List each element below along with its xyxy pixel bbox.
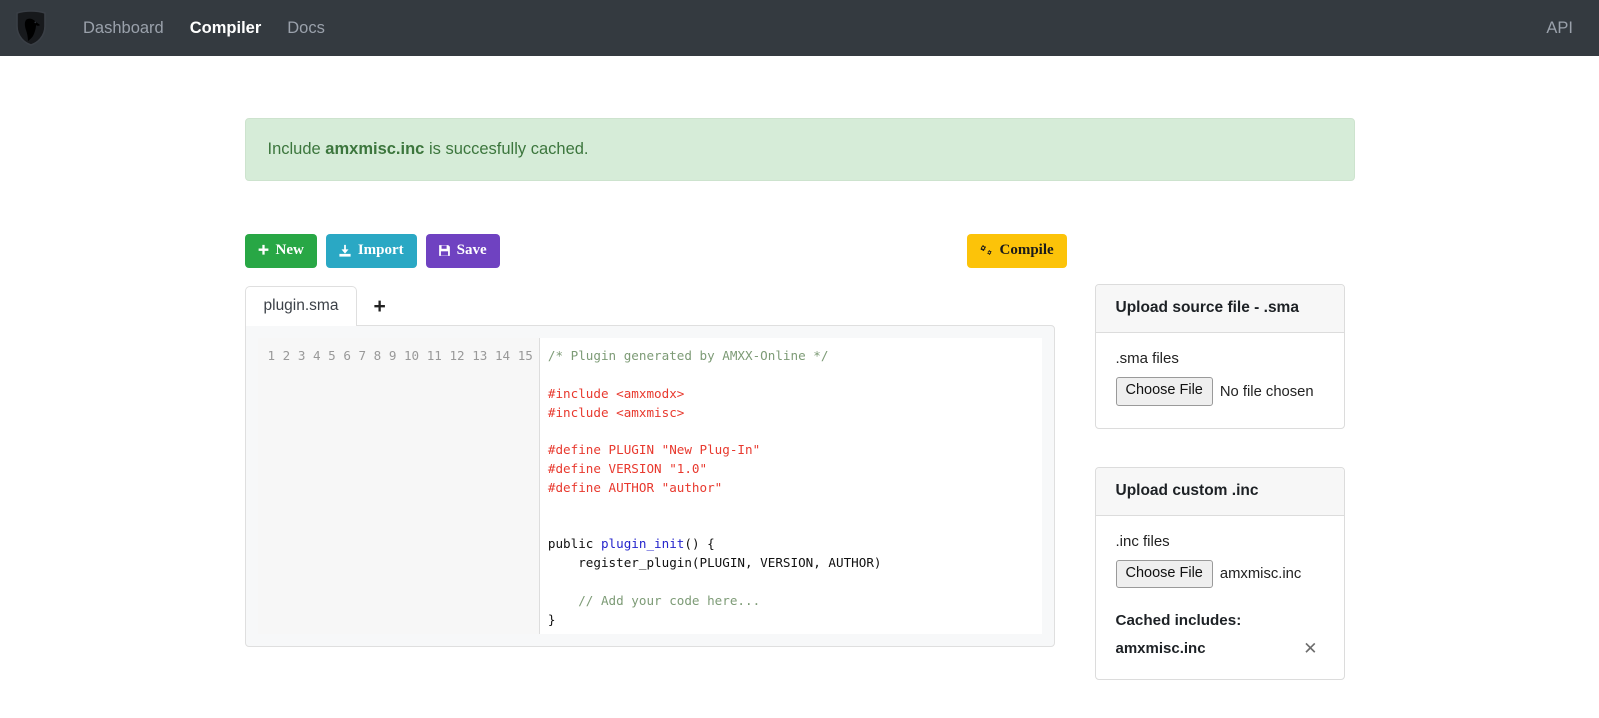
page-body: Include amxmisc.inc is succesfully cache… [0,118,1599,718]
upload-sma-title: Upload source file - .sma [1095,285,1344,334]
upload-sma-body: .sma files Choose File No file chosen [1096,333,1344,427]
code-line-3: #include <amxmodx> [547,386,685,402]
upload-sma-card: Upload source file - .sma .sma files Cho… [1094,284,1345,429]
sidebar-column: Upload source file - .sma .sma files Cho… [1094,284,1345,718]
code-line-4: #include <amxmisc> [547,404,685,420]
save-button-label: Save [456,242,487,259]
code-line-12: register_plugin(PLUGIN, VERSION, AUTHOR) [547,555,882,571]
upload-inc-file-row: Choose File amxmisc.inc [1115,559,1324,589]
add-tab-button[interactable]: + [357,292,401,325]
nav-link-api[interactable]: API [1533,13,1577,44]
upload-inc-file-status: amxmisc.inc [1219,566,1302,583]
save-button[interactable]: Save [425,234,500,269]
compile-button-label: Compile [999,242,1054,259]
upload-inc-card: Upload custom .inc .inc files Choose Fil… [1094,466,1345,681]
status-alert-cached: Include amxmisc.inc is succesfully cache… [244,118,1355,182]
code-line-1: /* Plugin generated by AMXX-Online */ [547,348,829,364]
nav-links: Dashboard Compiler Docs [70,13,338,44]
content-container: Include amxmisc.inc is succesfully cache… [244,118,1355,718]
cached-include-row: amxmisc.inc ✕ [1116,640,1324,657]
editor-card: 1 2 3 4 5 6 7 8 9 10 11 12 13 14 15 /* P… [244,325,1055,648]
new-button[interactable]: New [244,234,317,269]
new-button-label: New [275,242,304,259]
upload-inc-body: .inc files Choose File amxmisc.inc Cache… [1096,516,1344,679]
code-line-15: } [547,611,556,627]
compile-button[interactable]: Compile [966,234,1067,269]
cached-include-name: amxmisc.inc [1115,640,1206,658]
code-line-6: #define PLUGIN "New Plug-In" [547,442,761,458]
choose-file-sma-button[interactable]: Choose File [1115,377,1213,406]
upload-inc-file-label: .inc files [1115,532,1170,550]
close-icon[interactable]: ✕ [1297,640,1323,657]
choose-file-inc-button[interactable]: Choose File [1115,559,1213,589]
code-editor[interactable]: 1 2 3 4 5 6 7 8 9 10 11 12 13 14 15 /* P… [257,338,1042,635]
cogs-icon [980,245,991,255]
nav-link-dashboard[interactable]: Dashboard [70,13,177,44]
code-line-8: #define AUTHOR "author" [547,480,723,496]
upload-inc-title: Upload custom .inc [1095,467,1344,516]
editor-column: plugin.sma + 1 2 3 4 5 6 7 8 9 10 11 12 … [244,284,1055,648]
alert-prefix: Include [267,140,326,158]
shield-horse-logo-icon[interactable] [14,9,48,47]
code-line-11-function: plugin_init [600,536,685,552]
main-columns: plugin.sma + 1 2 3 4 5 6 7 8 9 10 11 12 … [244,284,1355,718]
upload-sma-file-status: No file chosen [1219,383,1314,400]
editor-tab-bar: plugin.sma + [244,284,1055,327]
code-line-7: #define VERSION "1.0" [547,461,708,477]
plus-icon [258,245,268,255]
nav-link-compiler[interactable]: Compiler [177,13,275,44]
nav-right: API [1533,13,1577,44]
line-number-gutter: 1 2 3 4 5 6 7 8 9 10 11 12 13 14 15 [257,338,540,635]
alert-suffix: is succesfully cached. [424,140,589,158]
upload-sma-file-label: .sma files [1115,350,1179,368]
code-line-14: // Add your code here... [547,592,761,608]
code-line-11-tail: () { [684,536,715,552]
floppy-disk-icon [438,245,450,257]
editor-toolbar: New Import Save Compile [244,234,1355,269]
import-button-label: Import [357,242,404,259]
top-navbar: Dashboard Compiler Docs API [0,0,1599,56]
alert-filename: amxmisc.inc [325,140,425,158]
download-icon [339,244,351,257]
upload-sma-file-row: Choose File No file chosen [1115,377,1324,406]
code-content[interactable]: /* Plugin generated by AMXX-Online */ #i… [540,338,1042,634]
import-button[interactable]: Import [325,234,417,269]
tab-plugin-sma[interactable]: plugin.sma [244,286,358,327]
nav-link-docs[interactable]: Docs [274,13,338,44]
code-line-11-keyword: public [547,536,601,552]
cached-includes-title: Cached includes: [1115,612,1242,630]
